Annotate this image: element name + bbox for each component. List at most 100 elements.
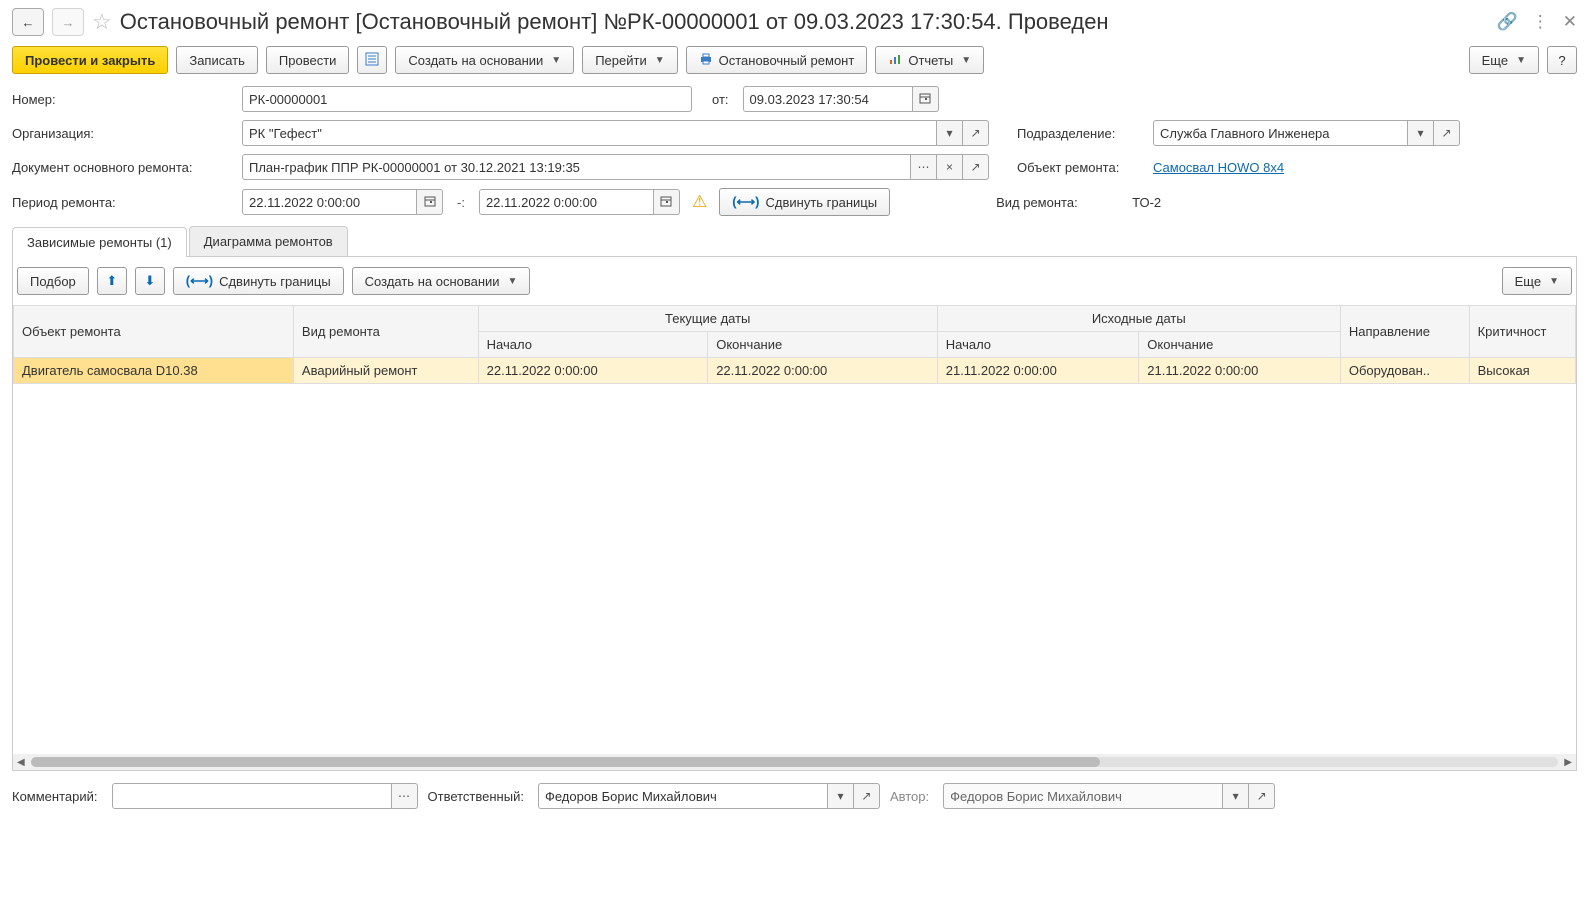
- period-from-input[interactable]: 22.11.2022 0:00:00: [242, 189, 417, 215]
- list-settings-button[interactable]: [357, 46, 387, 74]
- reports-button[interactable]: Отчеты ▼: [875, 46, 984, 74]
- date-calendar-button[interactable]: [913, 86, 939, 112]
- shift-bounds-table-button[interactable]: (⟷) Сдвинуть границы: [173, 267, 344, 295]
- col-direction[interactable]: Направление: [1340, 306, 1469, 358]
- save-button[interactable]: Записать: [176, 46, 258, 74]
- number-label: Номер:: [12, 92, 232, 107]
- scroll-thumb[interactable]: [31, 757, 1100, 767]
- warning-icon: ⚠: [692, 192, 707, 212]
- author-dropdown-button[interactable]: ▾: [1223, 783, 1249, 809]
- help-button[interactable]: ?: [1547, 46, 1577, 74]
- basedoc-select-button[interactable]: ⋯: [911, 154, 937, 180]
- col-cur-start[interactable]: Начало: [478, 332, 708, 358]
- nav-forward-button[interactable]: →: [52, 8, 84, 36]
- chevron-down-icon: ▼: [1516, 55, 1526, 66]
- author-open-button[interactable]: ↗: [1249, 783, 1275, 809]
- link-icon[interactable]: 🔗: [1497, 12, 1518, 32]
- org-open-button[interactable]: ↗: [963, 120, 989, 146]
- dept-input[interactable]: Служба Главного Инженера: [1153, 120, 1408, 146]
- create-based-table-button[interactable]: Создать на основании ▼: [352, 267, 531, 295]
- chevron-down-icon: ▼: [508, 276, 518, 287]
- number-value: РК-00000001: [249, 92, 327, 107]
- responsible-dropdown-button[interactable]: ▾: [828, 783, 854, 809]
- move-down-button[interactable]: ⬇: [135, 267, 165, 295]
- period-to-input[interactable]: 22.11.2022 0:00:00: [479, 189, 654, 215]
- nav-back-button[interactable]: ←: [12, 8, 44, 36]
- dependent-repairs-table[interactable]: Объект ремонта Вид ремонта Текущие даты …: [13, 305, 1576, 384]
- col-current-dates[interactable]: Текущие даты: [478, 306, 937, 332]
- scroll-left-icon[interactable]: ◀: [17, 757, 25, 768]
- scroll-right-icon[interactable]: ▶: [1564, 757, 1572, 768]
- tab-dependent-repairs[interactable]: Зависимые ремонты (1): [12, 227, 187, 257]
- goto-label: Перейти: [595, 53, 647, 68]
- basedoc-clear-button[interactable]: ×: [937, 154, 963, 180]
- responsible-open-button[interactable]: ↗: [854, 783, 880, 809]
- period-from-calendar-button[interactable]: [417, 189, 443, 215]
- table-more-button[interactable]: Еще ▼: [1502, 267, 1572, 295]
- cell-cur-end: 22.11.2022 0:00:00: [708, 358, 938, 384]
- period-to-value: 22.11.2022 0:00:00: [486, 195, 597, 210]
- col-type[interactable]: Вид ремонта: [293, 306, 478, 358]
- post-and-close-label: Провести и закрыть: [25, 53, 155, 68]
- org-dropdown-button[interactable]: ▾: [937, 120, 963, 146]
- kebab-menu-icon[interactable]: ⋮: [1532, 12, 1549, 32]
- create-based-label: Создать на основании: [408, 53, 543, 68]
- col-object[interactable]: Объект ремонта: [14, 306, 294, 358]
- calendar-icon: [660, 195, 672, 210]
- org-input[interactable]: РК "Гефест": [242, 120, 937, 146]
- cell-cur-start: 22.11.2022 0:00:00: [478, 358, 708, 384]
- save-label: Записать: [189, 53, 245, 68]
- arrow-right-icon: →: [62, 15, 75, 30]
- favorite-star-icon[interactable]: ☆: [92, 9, 112, 35]
- number-input[interactable]: РК-00000001: [242, 86, 692, 112]
- repair-type-label: Вид ремонта:: [996, 195, 1124, 210]
- cell-src-start: 21.11.2022 0:00:00: [937, 358, 1139, 384]
- basedoc-input[interactable]: План-график ППР РК-00000001 от 30.12.202…: [242, 154, 911, 180]
- horizontal-scrollbar[interactable]: ◀ ▶: [13, 754, 1576, 770]
- basedoc-label: Документ основного ремонта:: [12, 160, 232, 175]
- list-icon: [365, 52, 379, 69]
- col-src-start[interactable]: Начало: [937, 332, 1139, 358]
- arrow-down-icon: ⬇: [144, 273, 155, 289]
- col-source-dates[interactable]: Исходные даты: [937, 306, 1340, 332]
- close-icon[interactable]: ✕: [1563, 12, 1577, 32]
- shift-bounds-button[interactable]: (⟷) Сдвинуть границы: [719, 188, 890, 216]
- open-icon: ↗: [861, 789, 871, 803]
- org-value: РК "Гефест": [249, 126, 322, 141]
- more-button[interactable]: Еще ▼: [1469, 46, 1539, 74]
- tab-repair-diagram[interactable]: Диаграмма ремонтов: [189, 226, 348, 256]
- cell-direction: Оборудован..: [1340, 358, 1469, 384]
- responsible-input[interactable]: Федоров Борис Михайлович: [538, 783, 828, 809]
- chevron-down-icon: ▾: [1233, 789, 1239, 803]
- comment-input[interactable]: [112, 783, 392, 809]
- open-icon: ↗: [970, 160, 980, 174]
- print-document-button[interactable]: Остановочный ремонт: [686, 46, 868, 74]
- comment-select-button[interactable]: ⋯: [392, 783, 418, 809]
- dept-dropdown-button[interactable]: ▾: [1408, 120, 1434, 146]
- pick-button[interactable]: Подбор: [17, 267, 89, 295]
- cell-object: Двигатель самосвала D10.38: [14, 358, 294, 384]
- col-src-end[interactable]: Окончание: [1139, 332, 1341, 358]
- table-row[interactable]: Двигатель самосвала D10.38 Аварийный рем…: [14, 358, 1576, 384]
- basedoc-open-button[interactable]: ↗: [963, 154, 989, 180]
- cell-critical: Высокая: [1469, 358, 1575, 384]
- dept-open-button[interactable]: ↗: [1434, 120, 1460, 146]
- goto-button[interactable]: Перейти ▼: [582, 46, 677, 74]
- date-input[interactable]: 09.03.2023 17:30:54: [743, 86, 913, 112]
- col-critical[interactable]: Критичност: [1469, 306, 1575, 358]
- move-up-button[interactable]: ⬆: [97, 267, 127, 295]
- period-to-calendar-button[interactable]: [654, 189, 680, 215]
- clear-icon: ×: [946, 160, 953, 174]
- repair-type-value: ТО-2: [1132, 195, 1161, 210]
- post-label: Провести: [279, 53, 337, 68]
- reports-label: Отчеты: [908, 53, 953, 68]
- author-input: Федоров Борис Михайлович: [943, 783, 1223, 809]
- cell-src-end: 21.11.2022 0:00:00: [1139, 358, 1341, 384]
- post-button[interactable]: Провести: [266, 46, 350, 74]
- post-and-close-button[interactable]: Провести и закрыть: [12, 46, 168, 74]
- repair-object-link[interactable]: Самосвал HOWO 8x4: [1153, 160, 1284, 175]
- responsible-value: Федоров Борис Михайлович: [545, 789, 717, 804]
- grid-empty-area[interactable]: [13, 384, 1576, 754]
- col-cur-end[interactable]: Окончание: [708, 332, 938, 358]
- create-based-button[interactable]: Создать на основании ▼: [395, 46, 574, 74]
